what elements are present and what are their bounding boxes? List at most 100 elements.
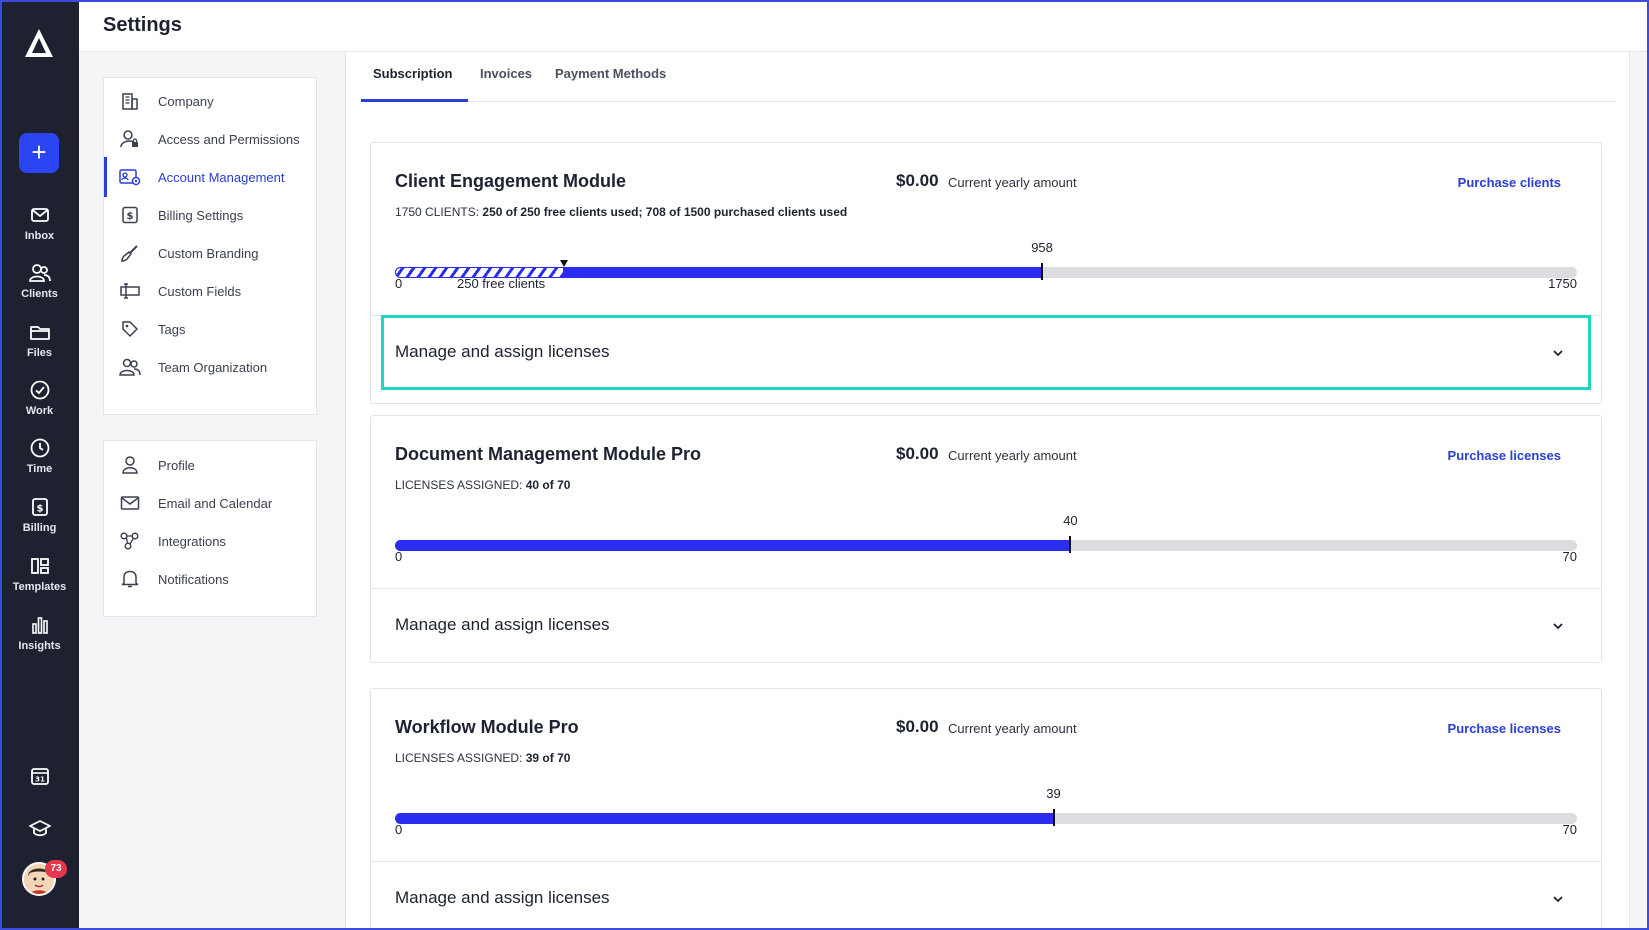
nav-item-account-management[interactable]: Account Management: [104, 157, 316, 197]
module-amount-label: Current yearly amount: [948, 721, 1077, 736]
users-icon: [28, 264, 51, 282]
id-card-icon: [119, 166, 141, 188]
free-marker: [559, 260, 568, 267]
card-divider: [371, 861, 1601, 862]
module-usage-summary: LICENSES ASSIGNED: 40 of 70: [395, 478, 570, 492]
bar-min-label: 0: [395, 549, 403, 564]
bar-min-label: 0: [395, 276, 403, 291]
module-card-workflow: Workflow Module Pro $0.00 Current yearly…: [370, 688, 1602, 930]
rail-item-label: Time: [26, 463, 53, 475]
rail-item-files[interactable]: Files: [0, 322, 79, 359]
module-usage-summary: LICENSES ASSIGNED: 39 of 70: [395, 751, 570, 765]
rail-item-label: Work: [25, 405, 54, 417]
nav-item-custom-branding[interactable]: Custom Branding: [104, 233, 316, 273]
rail-item-inbox[interactable]: Inbox: [0, 205, 79, 242]
dollar-icon: $: [31, 498, 48, 516]
used-value-label: 958: [1031, 240, 1053, 255]
academy-button[interactable]: [0, 818, 79, 838]
nav-item-label: Custom Branding: [158, 245, 259, 261]
module-amount-label: Current yearly amount: [948, 448, 1077, 463]
rail-item-clients[interactable]: Clients: [0, 263, 79, 300]
nav-item-billing-settings[interactable]: $ Billing Settings: [104, 195, 316, 235]
tag-icon: [119, 318, 141, 340]
bar-max-label: 70: [1562, 549, 1577, 564]
module-title: Workflow Module Pro: [395, 717, 579, 737]
user-lock-icon: [119, 128, 141, 150]
nav-item-label: Billing Settings: [158, 207, 244, 223]
module-amount: $0.00: [896, 171, 939, 190]
nav-item-integrations[interactable]: Integrations: [104, 521, 316, 561]
rail-item-work[interactable]: Work: [0, 380, 79, 417]
usage-value: 39 of 70: [525, 751, 571, 765]
nav-item-company[interactable]: Company: [104, 81, 316, 121]
manage-licenses-toggle[interactable]: Manage and assign licenses: [395, 888, 610, 908]
clock-icon: [30, 438, 49, 458]
main-content: Subscription Invoices Payment Methods Cl…: [345, 52, 1630, 930]
nav-item-label: Notifications: [158, 571, 229, 587]
purchase-clients-link[interactable]: Purchase clients: [1458, 175, 1561, 190]
graduation-cap-icon: [28, 820, 51, 837]
usage-value: 250 of 250 free clients used; 708 of 150…: [482, 205, 848, 219]
nav-item-email-calendar[interactable]: Email and Calendar: [104, 483, 316, 523]
tab-bar: Subscription Invoices Payment Methods: [361, 52, 1616, 102]
purchase-licenses-link[interactable]: Purchase licenses: [1448, 721, 1561, 736]
nav-item-tags[interactable]: Tags: [104, 309, 316, 349]
dollar-doc-icon: $: [119, 204, 141, 226]
nav-item-label: Integrations: [158, 533, 226, 549]
manage-licenses-toggle[interactable]: Manage and assign licenses: [395, 615, 610, 635]
nav-item-access-permissions[interactable]: Access and Permissions: [104, 119, 316, 159]
tab-invoices[interactable]: Invoices: [480, 66, 532, 81]
bar-chart-icon: [31, 617, 48, 634]
nav-item-custom-fields[interactable]: Custom Fields: [104, 271, 316, 311]
rail-item-time[interactable]: Time: [0, 438, 79, 475]
folder-icon: [29, 326, 50, 340]
module-title: Client Engagement Module: [395, 171, 627, 191]
rail-item-label: Templates: [12, 581, 67, 593]
settings-nav-organization: Company Access and Permissions Account M…: [103, 77, 317, 415]
rail-item-label: Files: [26, 347, 53, 359]
usage-bar: [395, 813, 1577, 824]
rail-item-insights[interactable]: Insights: [0, 615, 79, 652]
used-marker-line: [1052, 809, 1055, 826]
card-divider: [371, 588, 1601, 589]
chevron-down-icon[interactable]: [1551, 619, 1565, 633]
add-new-button[interactable]: +: [19, 133, 59, 173]
rail-item-label: Insights: [18, 640, 61, 652]
tab-payment-methods[interactable]: Payment Methods: [555, 66, 666, 81]
free-clients-label: 250 free clients: [457, 276, 546, 291]
page-title: Settings: [103, 14, 182, 36]
usage-bar-fill: [395, 813, 1054, 824]
rail-item-templates[interactable]: Templates: [0, 556, 79, 593]
calendar-button[interactable]: 31: [0, 766, 79, 786]
nav-item-label: Account Management: [158, 169, 285, 185]
envelope-icon: [119, 492, 141, 514]
svg-text:$: $: [36, 504, 43, 515]
calendar-icon: 31: [30, 768, 49, 785]
purchase-licenses-link[interactable]: Purchase licenses: [1448, 448, 1561, 463]
tab-subscription[interactable]: Subscription: [373, 66, 452, 81]
nav-item-label: Custom Fields: [158, 283, 242, 299]
bell-icon: [119, 568, 141, 590]
nav-item-label: Team Organization: [158, 359, 268, 375]
module-amount: $0.00: [896, 444, 939, 463]
app-logo-icon[interactable]: [22, 26, 56, 60]
used-marker-line: [1041, 263, 1044, 280]
nav-item-profile[interactable]: Profile: [104, 445, 316, 485]
nav-item-team-organization[interactable]: Team Organization: [104, 347, 316, 387]
paint-brush-icon: [119, 242, 141, 264]
rail-item-billing[interactable]: $ Billing: [0, 497, 79, 534]
rail-item-label: Clients: [21, 288, 58, 300]
custom-field-icon: [119, 280, 141, 302]
usage-bar: [395, 267, 1577, 278]
module-amount: $0.00: [896, 717, 939, 736]
usage-prefix: LICENSES ASSIGNED:: [395, 751, 523, 765]
rail-item-label: Billing: [22, 522, 57, 534]
app-rail: + Inbox Clients Files Work Time $ Billin…: [0, 0, 79, 930]
svg-text:$: $: [127, 211, 134, 222]
nav-item-label: Email and Calendar: [158, 495, 273, 511]
mail-icon: [30, 208, 49, 222]
top-header: Settings: [79, 0, 1649, 52]
nav-item-notifications[interactable]: Notifications: [104, 559, 316, 599]
usage-bar: [395, 540, 1577, 551]
chevron-down-icon[interactable]: [1551, 892, 1565, 906]
